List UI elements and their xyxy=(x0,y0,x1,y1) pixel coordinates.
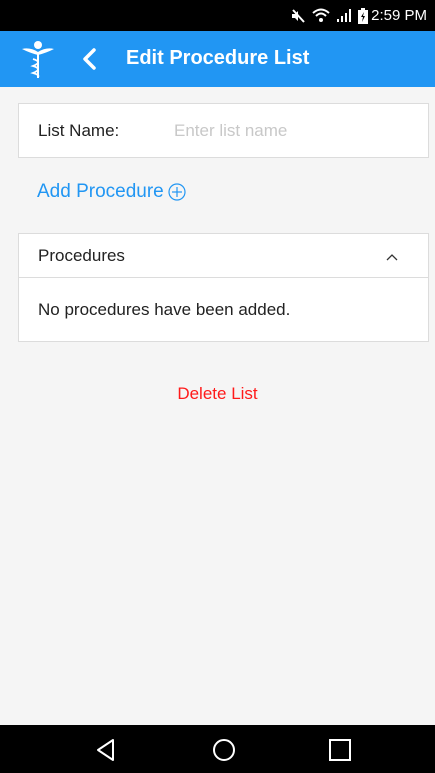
procedures-empty-message: No procedures have been added. xyxy=(38,300,291,319)
navigation-bar xyxy=(0,725,435,773)
procedures-card: Procedures No procedures have been added… xyxy=(18,233,429,342)
list-name-label: List Name: xyxy=(38,121,120,140)
procedures-title: Procedures xyxy=(38,246,125,265)
home-circle-icon[interactable] xyxy=(211,737,237,763)
status-time: 2:59 PM xyxy=(371,7,427,24)
signal-icon xyxy=(336,8,352,23)
chevron-up-icon[interactable] xyxy=(385,252,399,262)
back-button[interactable] xyxy=(76,45,102,73)
list-name-input[interactable] xyxy=(174,116,414,146)
plus-circle-icon xyxy=(168,183,186,201)
battery-icon xyxy=(358,7,369,24)
wifi-icon xyxy=(312,8,330,23)
status-bar: 2:59 PM xyxy=(0,0,435,31)
add-procedure-button[interactable]: Add Procedure xyxy=(37,181,186,203)
list-name-card: List Name: xyxy=(18,103,429,158)
back-triangle-icon[interactable] xyxy=(93,737,119,763)
mute-icon xyxy=(290,8,306,24)
app-bar: Edit Procedure List xyxy=(0,31,435,87)
caduceus-logo-icon xyxy=(22,39,54,79)
procedures-header[interactable]: Procedures xyxy=(19,234,428,278)
recents-square-icon[interactable] xyxy=(327,737,353,763)
chevron-left-icon xyxy=(83,48,96,70)
add-procedure-label: Add Procedure xyxy=(37,181,164,202)
delete-list-button[interactable]: Delete List xyxy=(0,384,435,404)
page-title: Edit Procedure List xyxy=(126,47,310,69)
